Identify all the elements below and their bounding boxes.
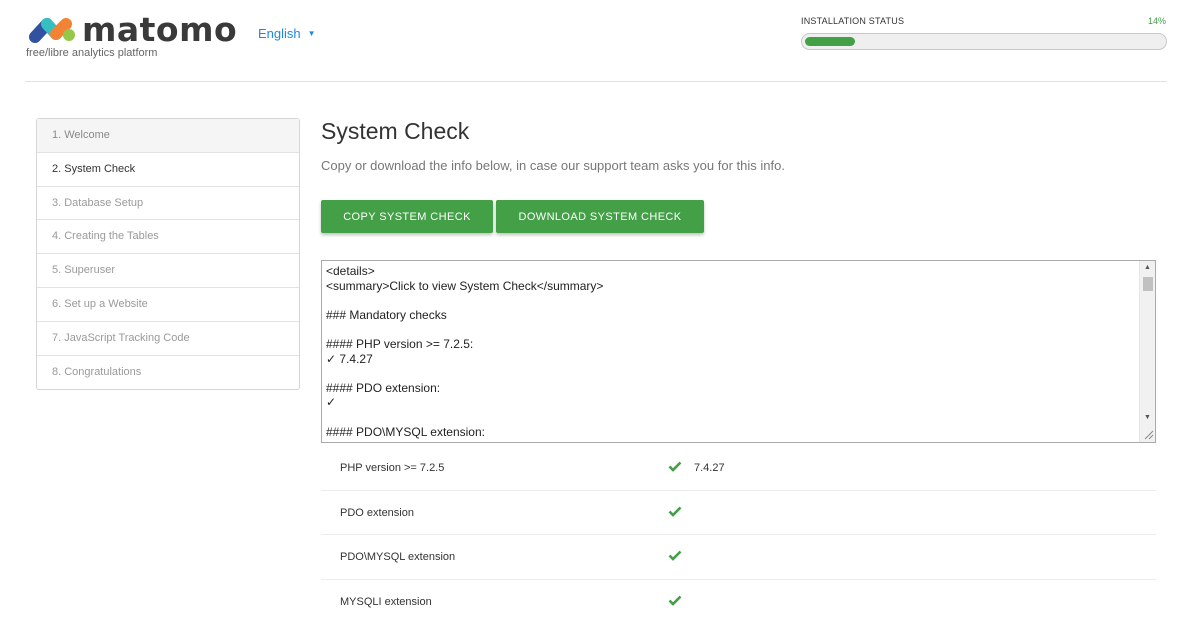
page-header: matomo free/libre analytics platform Eng… xyxy=(0,0,1200,82)
check-row-pdo-extension: PDO extension xyxy=(321,491,1156,536)
check-label: MYSQLI extension xyxy=(340,595,432,608)
step-creating-tables: 4. Creating the Tables xyxy=(37,220,299,255)
page-subtitle: Copy or download the info below, in case… xyxy=(321,158,785,173)
installation-status-percent: 14% xyxy=(1147,16,1166,26)
step-welcome: 1. Welcome xyxy=(37,119,299,153)
scroll-up-arrow-icon[interactable]: ▲ xyxy=(1140,261,1155,275)
copy-system-check-button[interactable]: COPY SYSTEM CHECK xyxy=(321,200,493,233)
caret-down-icon: ▼ xyxy=(307,29,316,38)
matomo-logo-icon xyxy=(29,18,75,43)
brand-tagline: free/libre analytics platform xyxy=(26,47,158,59)
step-congratulations: 8. Congratulations xyxy=(52,365,142,378)
check-ok-icon xyxy=(668,595,682,606)
check-row-mysqli-extension: MYSQLI extension xyxy=(321,580,1156,621)
installation-steps: 1. Welcome 2. System Check 3. Database S… xyxy=(36,118,300,391)
textarea-scrollbar[interactable]: ▲ ▼ xyxy=(1139,261,1155,442)
check-row-php-version: PHP version >= 7.2.5 7.4.27 xyxy=(321,446,1156,491)
check-label: PDO\MYSQL extension xyxy=(340,551,456,564)
matomo-logo[interactable]: matomo xyxy=(26,10,238,49)
language-selected: English xyxy=(258,26,301,41)
check-ok-icon xyxy=(668,461,682,472)
check-value: 7.4.27 xyxy=(694,462,725,474)
scroll-thumb[interactable] xyxy=(1143,277,1153,291)
step-system-check: 2. System Check xyxy=(37,152,299,187)
step-setup-website: 6. Set up a Website xyxy=(37,288,299,322)
system-check-report-text: <details> <summary>Click to view System … xyxy=(326,264,604,439)
system-check-results: PHP version >= 7.2.5 7.4.27 PDO extensio… xyxy=(321,446,1156,621)
scroll-down-arrow-icon[interactable]: ▼ xyxy=(1140,411,1155,425)
check-label: PDO extension xyxy=(340,506,414,519)
header-divider xyxy=(25,81,1167,82)
language-selector[interactable]: English ▼ xyxy=(258,26,316,41)
page-title: System Check xyxy=(321,118,470,144)
step-tracking-code: 7. JavaScript Tracking Code xyxy=(37,322,299,356)
system-check-textarea[interactable]: <details> <summary>Click to view System … xyxy=(321,260,1156,443)
installation-progress-bar xyxy=(801,33,1167,50)
brand-name: matomo xyxy=(82,10,238,49)
resize-grip-icon[interactable] xyxy=(1140,427,1155,441)
installation-progress-fill xyxy=(805,37,855,46)
check-row-pdo-mysql-extension: PDO\MYSQL extension xyxy=(321,535,1156,580)
check-label: PHP version >= 7.2.5 xyxy=(340,462,445,474)
step-superuser: 5. Superuser xyxy=(37,254,299,288)
download-system-check-button[interactable]: DOWNLOAD SYSTEM CHECK xyxy=(496,200,704,233)
check-ok-icon xyxy=(668,506,682,517)
step-database-setup: 3. Database Setup xyxy=(37,187,299,221)
check-ok-icon xyxy=(668,550,682,562)
installation-status-label: INSTALLATION STATUS xyxy=(801,16,905,26)
